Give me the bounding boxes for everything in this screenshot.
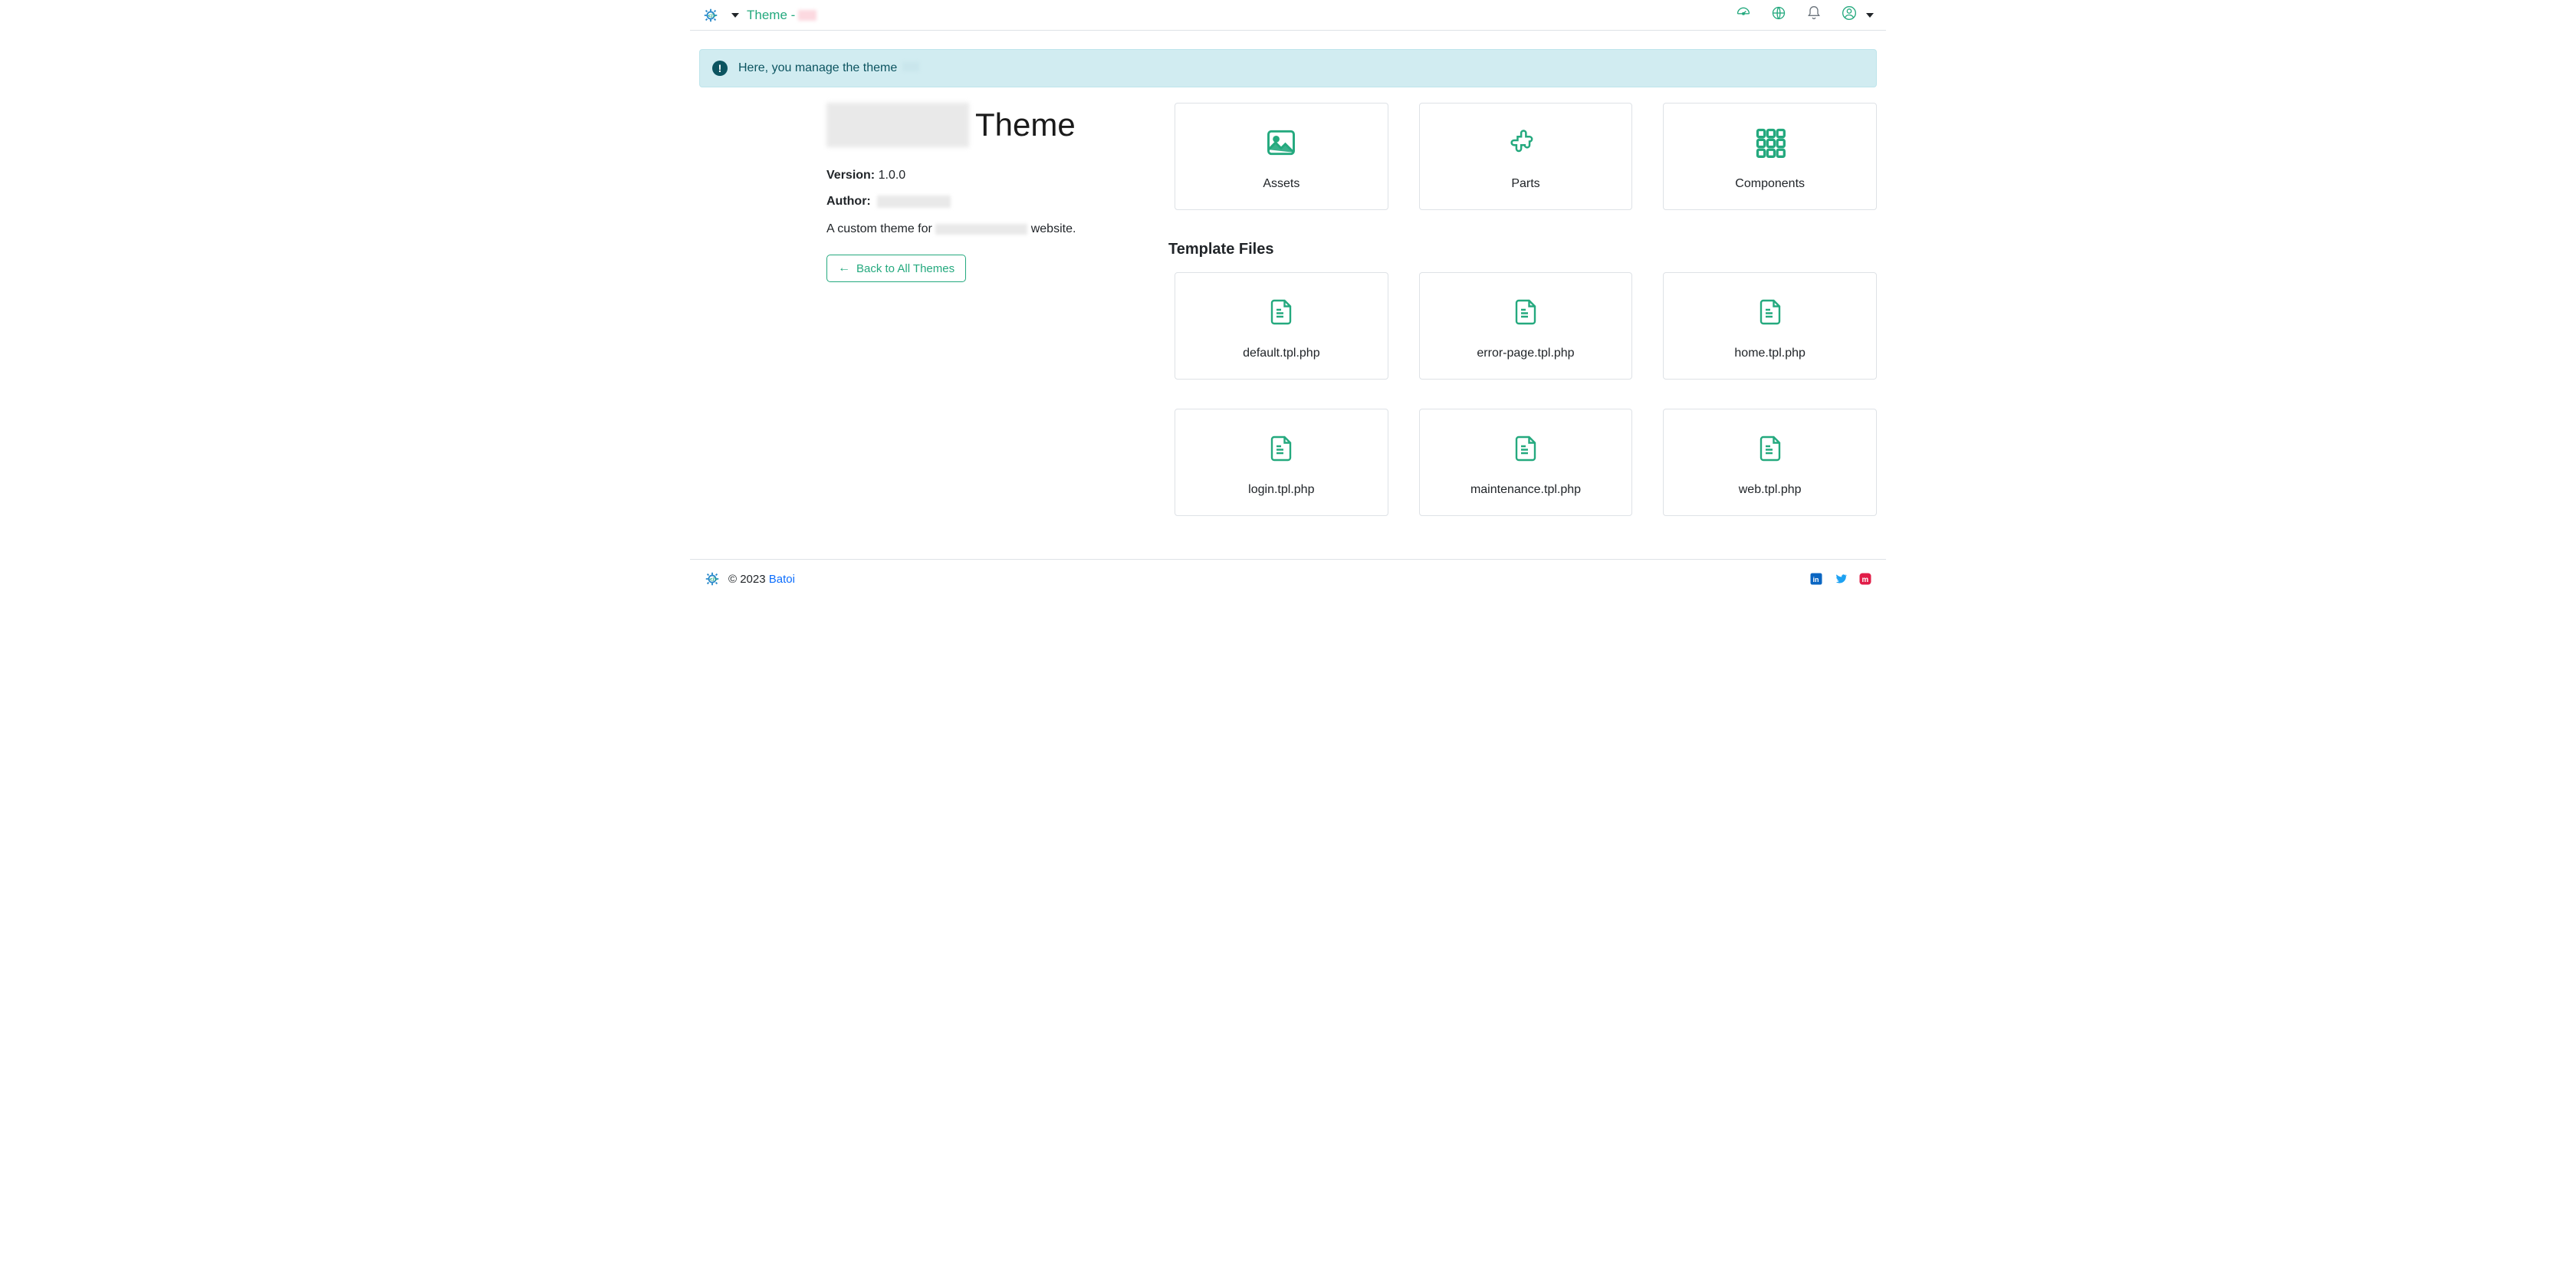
desc-name-redacted [935,224,1027,235]
page-title-suffix: Theme [975,107,1076,143]
file-icon [1756,432,1784,469]
theme-info-panel: Theme Version: 1.0.0 Author: A custom th… [699,103,1144,516]
image-icon [1264,126,1298,163]
version-label: Version: [826,169,875,182]
author-value-redacted [877,196,951,208]
globe-icon[interactable] [1771,5,1786,25]
theme-name-redacted [826,103,969,147]
back-button-label: Back to All Themes [856,262,955,275]
page-title: Theme [826,103,1144,147]
template-file-card[interactable]: login.tpl.php [1175,409,1388,516]
footer-left: </> © 2023 Batoi [704,570,795,587]
puzzle-icon [1509,126,1543,163]
theme-description: A custom theme for website. [826,222,1144,236]
arrow-left-icon: ← [838,261,850,275]
parts-label: Parts [1511,177,1539,191]
desc-suffix: website. [1027,222,1076,235]
alert-text: Here, you manage the theme [738,61,919,75]
template-file-card[interactable]: web.tpl.php [1663,409,1877,516]
dashboard-icon[interactable] [1736,5,1751,25]
components-label: Components [1735,177,1805,191]
mastodon-icon[interactable]: m [1858,572,1872,586]
twitter-icon[interactable] [1834,572,1848,586]
app-menu-caret-icon[interactable] [731,13,739,18]
template-file-label: default.tpl.php [1243,347,1320,360]
info-icon: ! [712,61,728,76]
template-file-label: web.tpl.php [1739,483,1802,497]
header-left: </> Theme - [702,7,816,24]
breadcrumb-label: Theme - [747,8,795,23]
template-file-card[interactable]: default.tpl.php [1175,272,1388,380]
assets-label: Assets [1263,177,1300,191]
footer-copyright: © 2023 Batoi [728,573,795,586]
alert-text-content: Here, you manage the theme [738,61,897,74]
app-footer: </> © 2023 Batoi in m [690,559,1886,598]
parts-card[interactable]: Parts [1419,103,1633,210]
footer-brand-link[interactable]: Batoi [769,573,795,586]
copyright-text: © 2023 [728,573,769,586]
template-file-label: login.tpl.php [1248,483,1314,497]
template-file-card[interactable]: error-page.tpl.php [1419,272,1633,380]
version-value: 1.0.0 [879,169,906,182]
author-label: Author: [826,195,871,208]
linkedin-icon[interactable]: in [1809,572,1823,586]
template-file-label: maintenance.tpl.php [1470,483,1581,497]
svg-text:</>: </> [708,12,716,18]
template-file-label: error-page.tpl.php [1477,347,1574,360]
desc-prefix: A custom theme for [826,222,935,235]
template-file-cards: default.tpl.php error-page.tpl.php home.… [1175,272,1877,516]
module-cards: Assets Parts Components [1175,103,1877,210]
user-menu[interactable] [1842,5,1874,25]
file-icon [1267,432,1295,469]
assets-card[interactable]: Assets [1175,103,1388,210]
bell-icon[interactable] [1806,5,1822,25]
template-file-label: home.tpl.php [1734,347,1806,360]
main-content: Theme Version: 1.0.0 Author: A custom th… [690,103,1886,516]
components-card[interactable]: Components [1663,103,1877,210]
breadcrumb[interactable]: Theme - [747,8,816,23]
svg-text:in: in [1813,576,1819,583]
template-file-card[interactable]: maintenance.tpl.php [1419,409,1633,516]
header-right [1736,5,1874,25]
file-icon [1512,432,1539,469]
file-icon [1512,295,1539,333]
grid-icon [1753,126,1787,163]
back-to-themes-button[interactable]: ← Back to All Themes [826,255,966,282]
svg-text:</>: </> [709,576,718,583]
template-file-card[interactable]: home.tpl.php [1663,272,1877,380]
alert-theme-name-redacted [902,62,919,71]
template-files-heading: Template Files [1168,241,1877,258]
version-row: Version: 1.0.0 [826,169,1144,182]
app-header: </> Theme - [690,0,1886,31]
user-menu-caret-icon [1866,13,1874,18]
footer-right: in m [1809,572,1872,586]
info-alert: ! Here, you manage the theme [699,49,1877,87]
user-avatar-icon [1842,5,1857,25]
app-logo-icon[interactable]: </> [702,7,719,24]
author-row: Author: [826,195,1144,209]
svg-text:m: m [1862,576,1869,584]
main-panel: Assets Parts Components [1175,103,1877,516]
breadcrumb-theme-name-redacted [798,10,816,21]
file-icon [1267,295,1295,333]
footer-logo-icon: </> [704,570,721,587]
file-icon [1756,295,1784,333]
